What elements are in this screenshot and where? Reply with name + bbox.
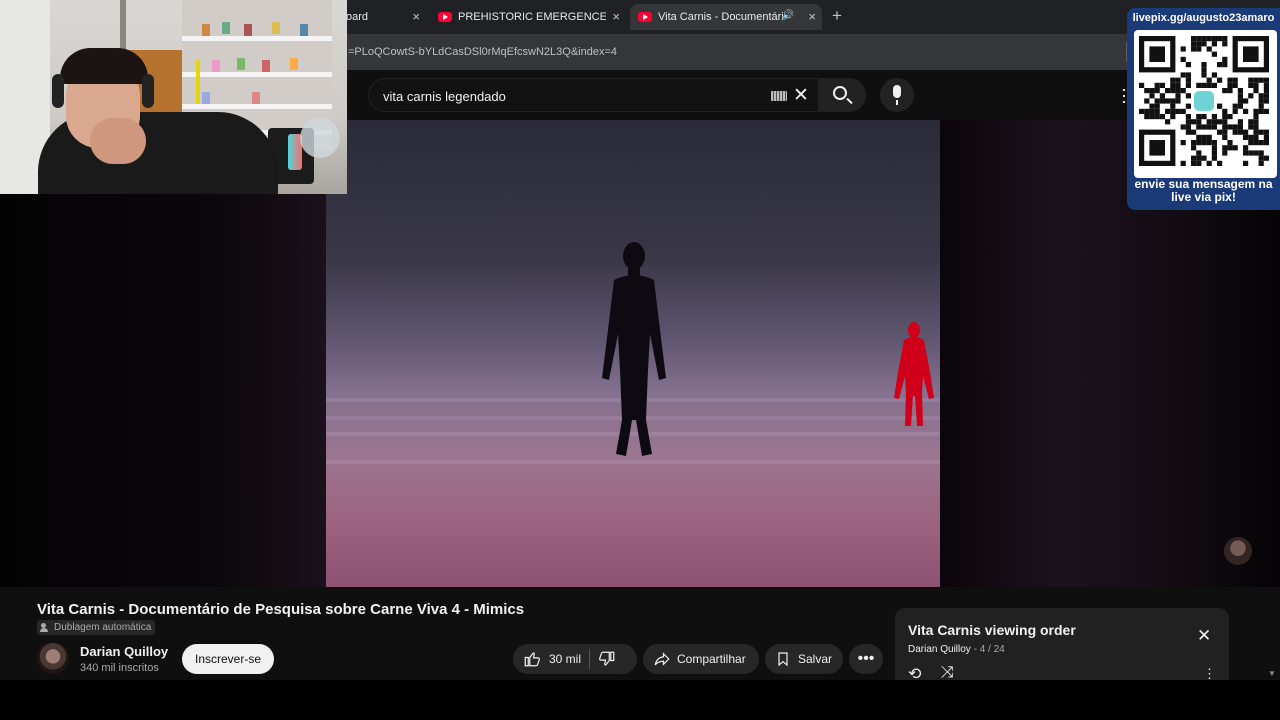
dislike-button[interactable] — [598, 650, 616, 668]
headphones — [142, 74, 154, 108]
shelf-figure — [212, 60, 220, 72]
shelf-figure — [202, 24, 210, 36]
shelf — [182, 72, 332, 77]
playlist-channel[interactable]: Darian Quilloy — [908, 644, 971, 655]
shelf-figure — [272, 22, 280, 34]
clear-search-icon[interactable]: ✕ — [793, 84, 809, 107]
save-label: Salvar — [798, 652, 833, 666]
shelf-figure — [252, 92, 260, 104]
tab-close-icon[interactable]: × — [808, 9, 816, 24]
playlist-menu-icon[interactable]: ⋮ — [1203, 666, 1216, 682]
pix-url: livepix.gg/augusto23amaro — [1132, 12, 1275, 24]
browser-tab[interactable]: PREHISTORIC EMERGENCE: A W × — [430, 4, 626, 30]
thumbs-down-icon — [599, 651, 615, 666]
video-title: Vita Carnis - Documentário de Pesquisa s… — [37, 601, 525, 618]
subscriber-count: 340 mil inscritos — [80, 662, 159, 674]
tab-close-icon[interactable]: × — [612, 9, 620, 24]
shelf-figure — [202, 92, 210, 104]
youtube-favicon-icon — [638, 12, 652, 22]
red-mimic-figure — [894, 322, 934, 426]
thumbs-up-icon — [524, 652, 540, 667]
save-button[interactable]: Salvar — [765, 644, 843, 674]
subscribe-button[interactable]: Inscrever-se — [182, 644, 274, 674]
shelf — [182, 36, 332, 41]
screen: oard × PREHISTORIC EMERGENCE: A W × Vita… — [0, 0, 1280, 720]
share-button[interactable]: Compartilhar — [643, 644, 759, 674]
playlist-position: 4 / 24 — [979, 644, 1005, 655]
headphones — [52, 74, 64, 108]
playlist-title[interactable]: Vita Carnis viewing order — [908, 622, 1076, 638]
desk-fan — [300, 118, 340, 158]
qr-code — [1134, 30, 1277, 178]
channel-avatar[interactable] — [37, 642, 69, 674]
auto-dub-badge[interactable]: Dublagem automática — [37, 620, 156, 635]
tab-title: Vita Carnis - Documentário — [658, 11, 784, 23]
browser-tab[interactable]: oard × — [340, 4, 426, 30]
tab-title: oard — [346, 11, 369, 23]
search-input[interactable]: vita carnis legendado ✕ — [368, 78, 818, 112]
voice-search-button[interactable] — [880, 78, 914, 112]
video-frame[interactable] — [326, 120, 940, 587]
dub-label: Dublagem automática — [54, 622, 152, 633]
playlist-close-icon[interactable]: ✕ — [1197, 626, 1211, 646]
scene-figures — [602, 242, 934, 456]
shelf-figure — [222, 22, 230, 34]
browser-tab-active[interactable]: Vita Carnis - Documentário 🔊 × — [630, 4, 822, 30]
search-query[interactable]: vita carnis legendado — [383, 89, 506, 104]
like-button[interactable]: 30 mil — [513, 650, 581, 668]
shelf-figure — [290, 58, 298, 70]
tab-close-icon[interactable]: × — [412, 9, 420, 24]
playlist-meta: Darian Quilloy - 4 / 24 — [908, 644, 1005, 655]
url-text[interactable]: =PLoQCowtS-bYLdCasDSl0rMqEfcswN2L3Q&inde… — [348, 46, 617, 58]
search-icon — [833, 86, 847, 100]
like-dislike-group: 30 mil — [513, 644, 637, 674]
person-hand — [90, 118, 146, 164]
like-divider — [589, 649, 591, 669]
channel-name[interactable]: Darian Quilloy — [80, 644, 168, 659]
person-hair — [60, 48, 148, 84]
shelf — [182, 104, 332, 109]
pix-donation-overlay: livepix.gg/augusto23amaro envie sua mens… — [1127, 8, 1280, 210]
youtube-favicon-icon — [438, 12, 452, 22]
shelf-figure — [262, 60, 270, 72]
dubbing-person-icon — [40, 623, 50, 632]
shelf-figure — [244, 24, 252, 36]
new-tab-button[interactable]: + — [832, 6, 842, 26]
tab-title: PREHISTORIC EMERGENCE: A W — [458, 11, 606, 23]
speaker-icon[interactable]: 🔊 — [782, 10, 794, 21]
loop-icon[interactable]: ⟲ — [908, 664, 921, 684]
microphone-icon — [893, 85, 901, 105]
dark-mimic-figure — [602, 242, 666, 456]
share-arrow-icon — [654, 652, 670, 666]
webcam-overlay — [0, 0, 347, 194]
pix-caption: envie sua mensagem na live via pix! — [1134, 177, 1273, 204]
shelf-figure — [300, 24, 308, 36]
scroll-down-arrow-icon[interactable]: ▼ — [1268, 669, 1276, 678]
bookmark-icon — [778, 652, 788, 667]
like-count: 30 mil — [549, 652, 582, 666]
shelf-figure — [237, 58, 245, 70]
yellow-cable — [196, 60, 200, 104]
qr-code-pattern — [1139, 36, 1269, 166]
channel-watermark-icon[interactable] — [1224, 537, 1252, 565]
share-label: Compartilhar — [677, 652, 746, 666]
keyboard-icon[interactable] — [771, 91, 787, 101]
playlist-panel: Vita Carnis viewing order Darian Quilloy… — [895, 608, 1229, 683]
more-actions-button[interactable]: ••• — [849, 644, 883, 674]
shuffle-icon[interactable]: ⤨ — [941, 664, 954, 682]
search-button[interactable] — [818, 78, 866, 112]
